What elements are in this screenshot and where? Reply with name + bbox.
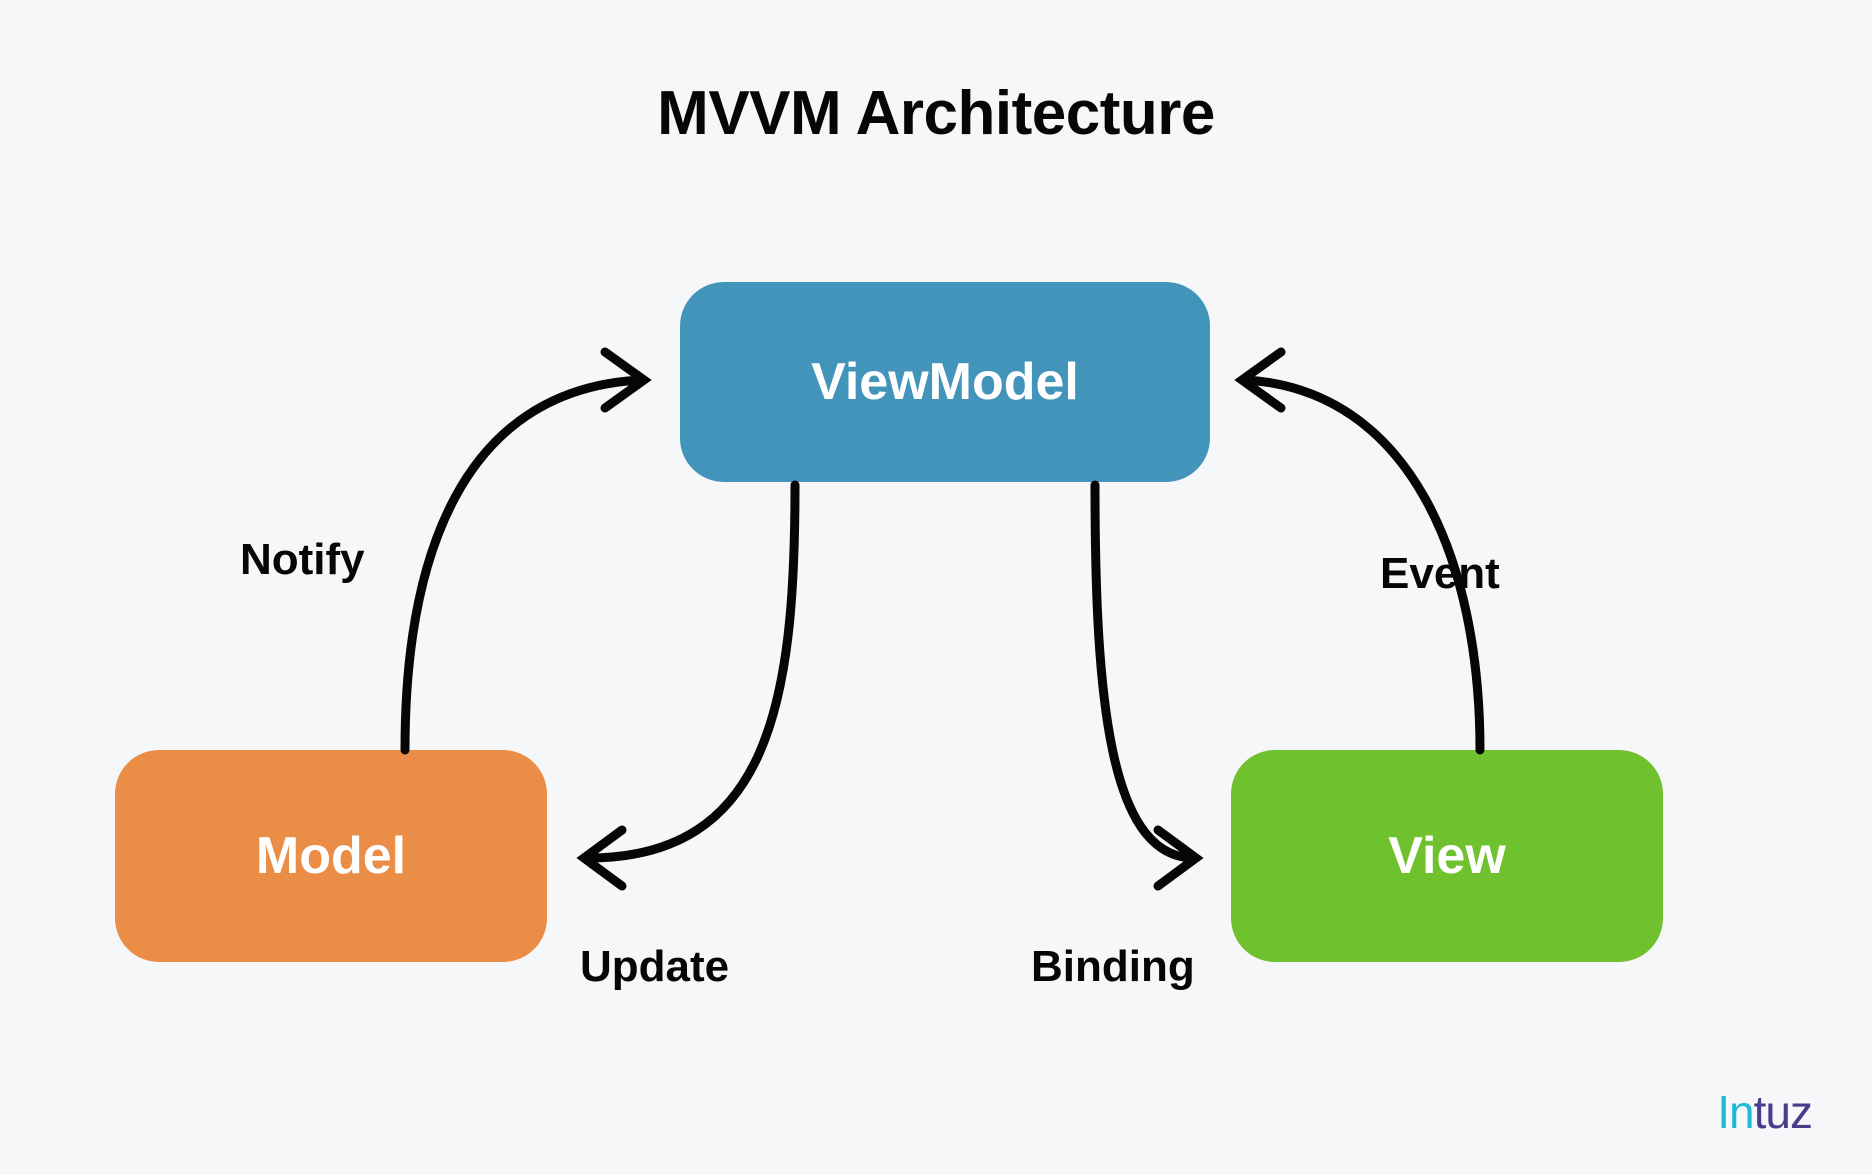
node-model-label: Model — [256, 826, 406, 886]
node-view-label: View — [1388, 826, 1506, 886]
arrowhead-notify — [605, 352, 644, 408]
arrows-layer — [0, 0, 1872, 1175]
arrow-binding — [1095, 485, 1190, 858]
arrow-notify — [405, 380, 640, 750]
node-viewmodel-label: ViewModel — [811, 352, 1079, 412]
node-view: View — [1231, 750, 1663, 962]
arrowhead-binding — [1158, 830, 1196, 886]
edge-label-event: Event — [1380, 549, 1500, 599]
brand-part2: tuz — [1754, 1086, 1812, 1138]
node-viewmodel: ViewModel — [680, 282, 1210, 482]
edge-label-notify: Notify — [240, 535, 365, 585]
node-model: Model — [115, 750, 547, 962]
brand-part1: In — [1717, 1086, 1753, 1138]
arrow-update — [588, 485, 795, 858]
arrowhead-event — [1242, 352, 1281, 408]
diagram-title: MVVM Architecture — [0, 78, 1872, 149]
brand-logo: Intuz — [1717, 1085, 1812, 1139]
edge-label-update: Update — [580, 942, 729, 992]
edge-label-binding: Binding — [1031, 942, 1195, 992]
arrowhead-update — [584, 830, 622, 886]
